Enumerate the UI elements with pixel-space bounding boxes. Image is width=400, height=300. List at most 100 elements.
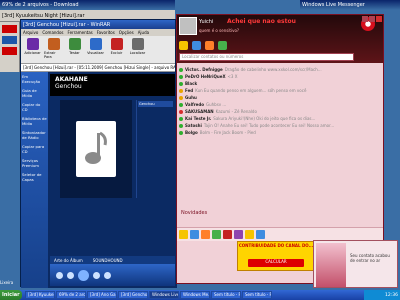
close-button[interactable] (376, 16, 382, 22)
player-status: Arte do Álbum SOUNDHOUND (50, 256, 175, 264)
address-bar[interactable]: [3rd] Genchou [Hizui].rar - [05:11.2009]… (21, 64, 175, 72)
task-button[interactable]: [3rd] Genchou... (118, 291, 148, 299)
status-label: Arte do Álbum (54, 257, 83, 263)
previous-button[interactable] (67, 271, 74, 279)
news-icon[interactable] (205, 41, 214, 50)
contact-row[interactable]: Victor.. Defnigge Dragão de cabelinho www… (179, 66, 381, 73)
messenger-icon-row (179, 41, 227, 50)
maximize-button[interactable] (369, 16, 375, 22)
toolbar-delete-button[interactable]: Excluir (107, 38, 126, 61)
task-button[interactable]: Windows Live... (149, 291, 179, 299)
emoticon-icon[interactable] (190, 230, 199, 239)
contact-row[interactable]: Black (179, 80, 381, 87)
nav-item-premium[interactable]: Serviços Premium (22, 158, 47, 168)
player-main: AKAHANE Genchou Genchou Arte do Álbum SO… (48, 72, 177, 288)
nav-item-media-guide[interactable]: Guia de Mídia (22, 88, 47, 98)
status-icon (179, 74, 183, 79)
emoticon-icon[interactable] (212, 230, 221, 239)
desktop-icons-strip (0, 22, 20, 72)
toolbar-test-button[interactable]: Testar (65, 38, 84, 61)
artist-name: AKAHANE (55, 76, 88, 83)
desktop-recycle-label[interactable]: Lixeira (0, 280, 13, 285)
task-button[interactable]: 69% de 2 arq... (56, 291, 86, 299)
contact-row[interactable]: Bolgo Bolm - Fire Jack Boom - Pied (179, 129, 381, 136)
emoticon-icon[interactable] (223, 230, 232, 239)
contacts-icon[interactable] (218, 41, 227, 50)
next-button[interactable] (93, 271, 100, 279)
winrar-titlebar[interactable]: 69% de 2 arquivos - Download (0, 0, 175, 10)
task-button[interactable]: [3rd] Ano Ga... (87, 291, 117, 299)
toolbar-view-button[interactable]: Visualizar (86, 38, 105, 61)
contact-row[interactable]: Satoshi Tajin O! Anahe Eu sei! Tudo pode … (179, 122, 381, 129)
winrar-icon[interactable] (2, 25, 17, 33)
media-icon[interactable] (2, 47, 17, 55)
contact-row[interactable]: SAKUSAMAN Kazumi - Zé Renaldo (179, 108, 381, 115)
display-name[interactable]: Yuichi (199, 19, 213, 25)
contact-row[interactable]: Kai Teste Jr. Sakura Ariyuki!(Nhe) Oki do… (179, 115, 381, 122)
menu-item[interactable]: Comandos (42, 30, 63, 35)
contact-row[interactable]: Valfredo Guhbsv ... (179, 101, 381, 108)
task-button[interactable]: [3rd] Kyuukei... (25, 291, 55, 299)
delete-icon (110, 38, 123, 50)
contact-search-input[interactable]: Localizar contatos ou números (179, 53, 354, 61)
now-playing-header: AKAHANE Genchou (50, 74, 175, 96)
clock[interactable]: 12:36 (385, 293, 398, 298)
toolbar-extract-button[interactable]: Extrair Para (44, 38, 63, 61)
system-tray: 12:36 (364, 290, 400, 300)
media-player-titlebar[interactable]: [3rd] Genchou [Hizui].rar - WinRAR (21, 20, 175, 29)
spaces-icon[interactable] (192, 41, 201, 50)
toolbar-find-button[interactable]: Localizar (128, 38, 147, 61)
emoticon-icon[interactable] (179, 230, 188, 239)
folder-icon[interactable] (2, 36, 17, 44)
task-button[interactable]: Sem título - P... (242, 291, 272, 299)
ad-banner[interactable]: CONTRIBUIDADE DO CANAL DO... CALCULAR (237, 241, 315, 271)
emoticon-icon[interactable] (256, 230, 265, 239)
contact-list: Victor.. Defnigge Dragão de cabelinho www… (177, 65, 383, 137)
player-nav: Em Execução Guia de Mídia Copiar do CD B… (21, 72, 48, 288)
background-window-title[interactable]: Windows Live Messenger (300, 0, 400, 10)
menu-item[interactable]: Ajuda (138, 30, 149, 35)
status-icon (179, 102, 183, 107)
contact-row[interactable]: PeDrO HeNriQueX <3 X (179, 73, 381, 80)
mail-icon[interactable] (179, 41, 188, 50)
menu-bar: Arquivo Comandos Ferramentas Favoritos O… (21, 29, 175, 36)
stop-button[interactable] (56, 271, 63, 279)
start-button[interactable]: Iniciar (0, 290, 22, 300)
nav-item-burn[interactable]: Copiar para CD (22, 144, 47, 154)
menu-item[interactable]: Opções (119, 30, 134, 35)
album-art (60, 100, 132, 198)
toast-text: Seu contato acabou de entrar no ar (350, 253, 390, 263)
task-button[interactable]: Sem título - P... (211, 291, 241, 299)
task-button[interactable]: Windows Me... (180, 291, 210, 299)
emoticon-icon[interactable] (234, 230, 243, 239)
status-icon (179, 88, 183, 93)
nav-item-skins[interactable]: Seletor de Capas (22, 172, 47, 182)
toast-avatar (316, 243, 346, 287)
playback-controls (50, 264, 175, 286)
status-value: SOUNDHOUND (92, 257, 123, 263)
contact-row[interactable]: Fed Kun Eu quando penso em alguem... sóh … (179, 87, 381, 94)
nav-item-library[interactable]: Biblioteca de Mídia (22, 116, 47, 126)
group-header-news[interactable]: Novidades (181, 210, 207, 216)
menu-item[interactable]: Ferramentas (68, 30, 93, 35)
status-icon (179, 109, 183, 114)
ad-banner-button[interactable]: CALCULAR (248, 259, 304, 267)
play-button[interactable] (78, 269, 89, 281)
minimize-button[interactable] (362, 16, 368, 22)
mute-button[interactable] (104, 271, 111, 279)
status-icon (179, 67, 183, 72)
menu-item[interactable]: Favoritos (97, 30, 115, 35)
emoticon-icon[interactable] (245, 230, 254, 239)
notification-toast[interactable]: Seu contato acabou de entrar no ar (313, 240, 398, 288)
extract-icon (47, 38, 60, 50)
nav-item-rip[interactable]: Copiar do CD (22, 102, 47, 112)
playlist-item[interactable]: Genchou (138, 101, 173, 107)
emoticon-icon[interactable] (201, 230, 210, 239)
contact-row[interactable]: Guhu (179, 94, 381, 101)
nav-item-now-playing[interactable]: Em Execução (22, 74, 47, 84)
personal-message[interactable]: Achei que nao estou (227, 18, 296, 25)
toolbar-add-button[interactable]: Adicionar (23, 38, 42, 61)
avatar[interactable] (179, 17, 197, 35)
menu-item[interactable]: Arquivo (23, 30, 38, 35)
nav-item-radio[interactable]: Sintonizador de Rádio (22, 130, 47, 140)
